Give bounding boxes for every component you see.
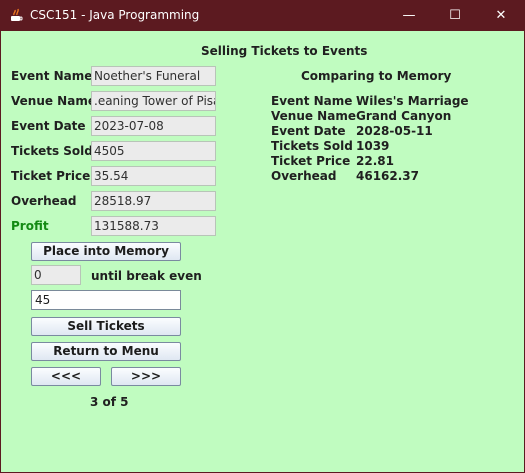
place-into-memory-button[interactable]: Place into Memory [31, 242, 181, 261]
close-button[interactable]: ✕ [478, 0, 524, 31]
event-date-field: 2023-07-08 [91, 116, 216, 136]
event-name-label: Event Name [11, 69, 93, 83]
profit-field: 131588.73 [91, 216, 216, 236]
overhead-field: 28518.97 [91, 191, 216, 211]
memory-tickets-sold-label: Tickets Sold [271, 139, 353, 153]
overhead-label: Overhead [11, 194, 77, 208]
sell-tickets-button[interactable]: Sell Tickets [31, 317, 181, 336]
page-indicator: 3 of 5 [90, 395, 129, 409]
main-panel: Selling Tickets to Events Event Name Noe… [1, 31, 524, 472]
venue-name-field: .eaning Tower of Pisa [91, 91, 216, 111]
tickets-sold-field: 4505 [91, 141, 216, 161]
memory-event-date-value: 2028-05-11 [356, 124, 433, 138]
minimize-button[interactable]: — [386, 0, 432, 31]
break-even-label: until break even [91, 269, 202, 283]
ticket-price-label: Ticket Price [11, 169, 91, 183]
window-title: CSC151 - Java Programming [30, 8, 200, 22]
profit-label: Profit [11, 219, 49, 233]
memory-event-name-value: Wiles's Marriage [356, 94, 469, 108]
memory-event-name-label: Event Name [271, 94, 353, 108]
title-bar[interactable]: CSC151 - Java Programming — ☐ ✕ [0, 0, 525, 31]
form-heading: Selling Tickets to Events [201, 44, 368, 58]
tickets-sold-label: Tickets Sold [11, 144, 93, 158]
memory-heading: Comparing to Memory [301, 69, 452, 83]
break-even-field: 0 [31, 265, 81, 285]
memory-overhead-label: Overhead [271, 169, 337, 183]
venue-name-label: Venue Name [11, 94, 96, 108]
event-date-label: Event Date [11, 119, 86, 133]
memory-tickets-sold-value: 1039 [356, 139, 390, 153]
java-icon [8, 7, 24, 23]
memory-ticket-price-value: 22.81 [356, 154, 394, 168]
sell-quantity-input[interactable]: 45 [31, 290, 181, 310]
memory-overhead-value: 46162.37 [356, 169, 420, 183]
memory-event-date-label: Event Date [271, 124, 346, 138]
memory-ticket-price-label: Ticket Price [271, 154, 351, 168]
return-to-menu-button[interactable]: Return to Menu [31, 342, 181, 361]
memory-venue-name-label: Venue Name [271, 109, 356, 123]
event-name-field: Noether's Funeral [91, 66, 216, 86]
ticket-price-field: 35.54 [91, 166, 216, 186]
previous-button[interactable]: <<< [31, 367, 101, 386]
maximize-button[interactable]: ☐ [432, 0, 478, 31]
next-button[interactable]: >>> [111, 367, 181, 386]
memory-venue-name-value: Grand Canyon [356, 109, 452, 123]
